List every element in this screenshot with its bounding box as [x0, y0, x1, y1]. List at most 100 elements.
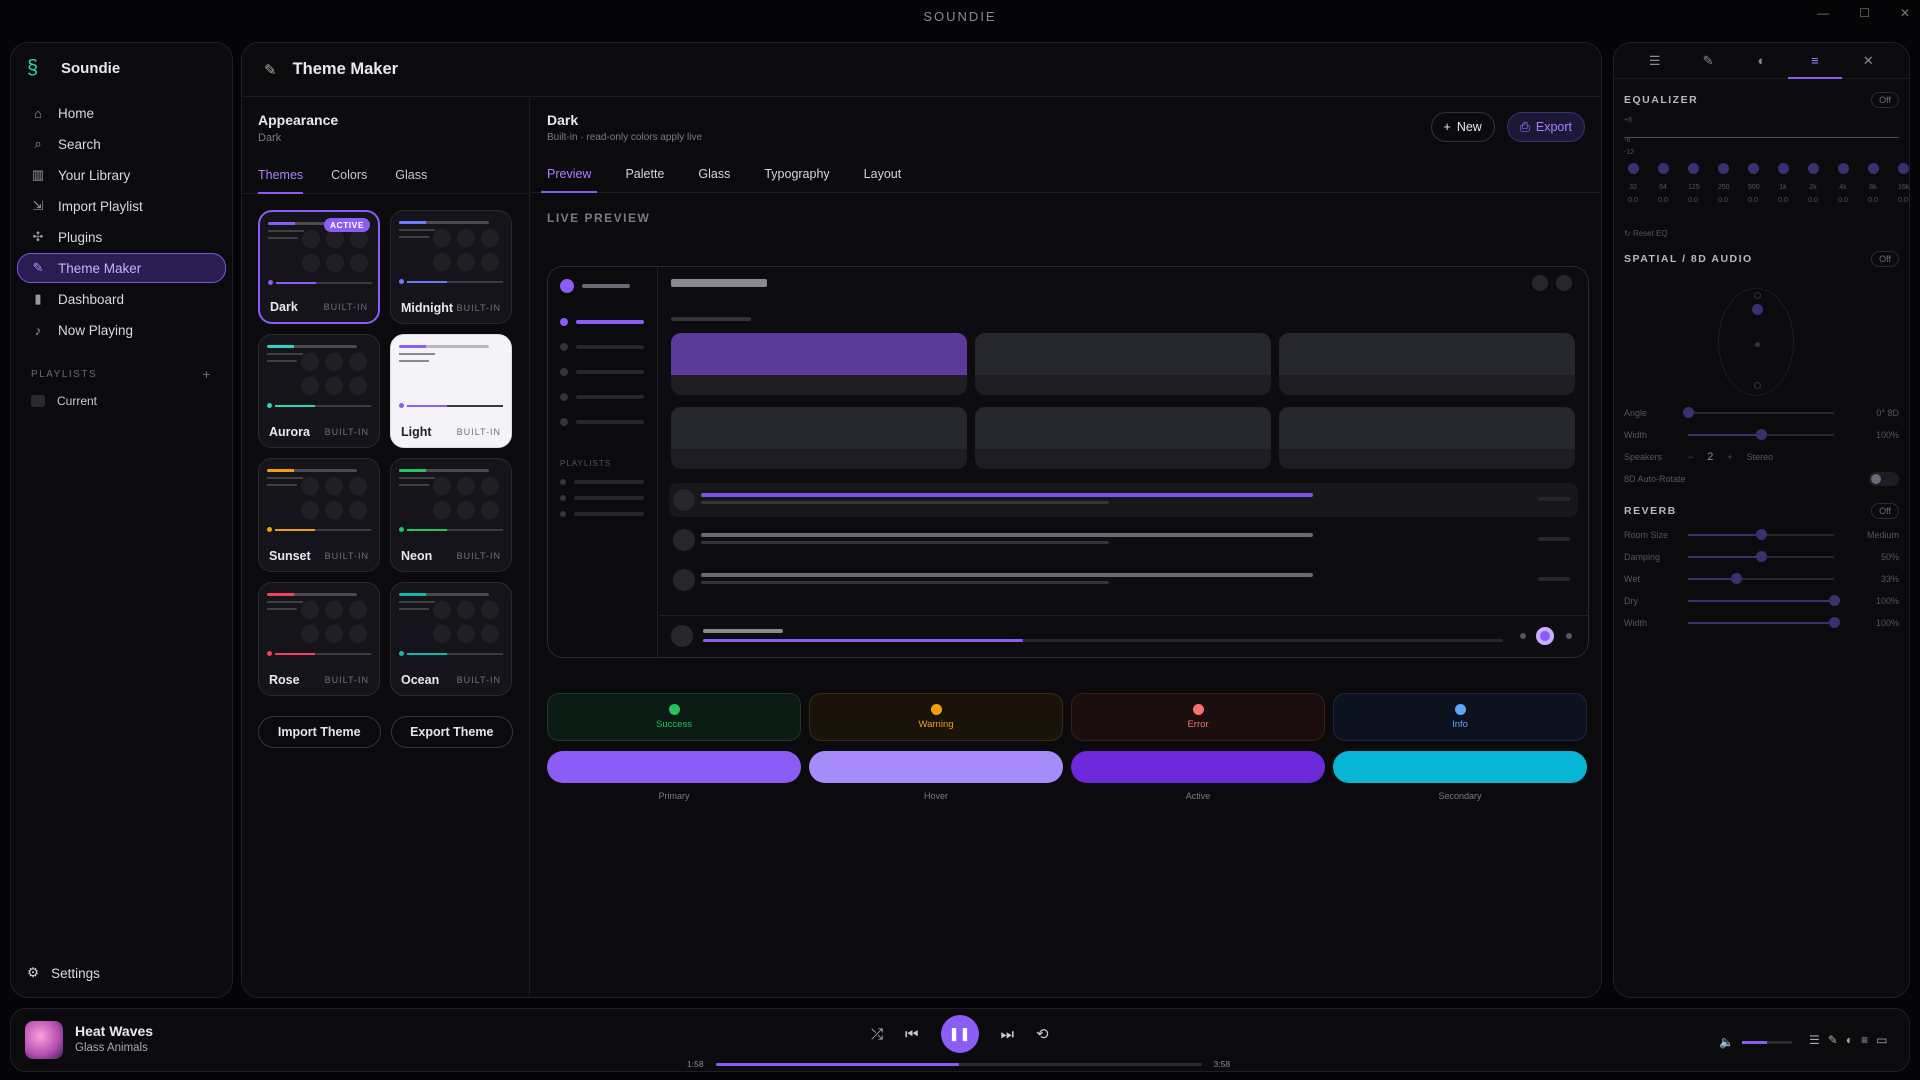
eq-knob[interactable]: [1838, 163, 1849, 174]
queue-icon[interactable]: ☰: [1809, 1033, 1820, 1047]
next-icon[interactable]: ⏭: [1001, 1026, 1015, 1043]
sidebar-item-your-library[interactable]: ▥ Your Library: [17, 160, 226, 190]
album-art[interactable]: [25, 1021, 63, 1059]
swatch-hover[interactable]: Hover: [809, 751, 1063, 801]
tab-glass[interactable]: Glass: [395, 156, 427, 194]
repeat-icon[interactable]: ⟲: [1036, 1025, 1049, 1043]
eq-band-2k[interactable]: 2k 0.0: [1808, 163, 1819, 204]
reverb-toggle[interactable]: Off: [1871, 503, 1899, 519]
playlist-item-current[interactable]: Current: [11, 394, 232, 408]
maximize-icon[interactable]: ☐: [1859, 6, 1870, 20]
angle-slider[interactable]: Angle 0° 8D: [1614, 402, 1909, 424]
tab-palette[interactable]: Palette: [619, 155, 670, 193]
swatch-primary[interactable]: Primary: [547, 751, 801, 801]
volume-icon[interactable]: 🔈: [1719, 1035, 1734, 1049]
progress-bar[interactable]: [715, 1062, 1202, 1066]
eq-band-16k[interactable]: 16k 0.0: [1898, 163, 1909, 204]
theme-card-aurora[interactable]: Aurora BUILT-IN: [258, 334, 380, 448]
eq-knob[interactable]: [1628, 163, 1639, 174]
swatch-secondary[interactable]: Secondary: [1333, 751, 1587, 801]
sliders-icon[interactable]: ≡: [1861, 1033, 1868, 1047]
close-icon[interactable]: ✕: [1900, 6, 1910, 20]
eq-band-64[interactable]: 64 0.0: [1658, 163, 1669, 204]
eq-knob[interactable]: [1868, 163, 1879, 174]
increment-icon[interactable]: +: [1727, 452, 1732, 462]
swatch-color[interactable]: [1333, 751, 1587, 783]
minimize-icon[interactable]: —: [1817, 6, 1829, 20]
reverb-slider-damping[interactable]: Damping 50%: [1614, 546, 1909, 568]
sidebar-item-now-playing[interactable]: ♪ Now Playing: [17, 315, 226, 345]
sidebar-item-import-playlist[interactable]: ⇲ Import Playlist: [17, 191, 226, 221]
eq-band-32[interactable]: 32 0.0: [1628, 163, 1639, 204]
equalizer-toggle[interactable]: Off: [1871, 92, 1899, 108]
theme-card-neon[interactable]: Neon BUILT-IN: [390, 458, 512, 572]
eq-band-125[interactable]: 125 0.0: [1688, 163, 1700, 204]
tab-preview[interactable]: Preview: [541, 155, 598, 193]
brush-tab-icon[interactable]: ✎: [1681, 43, 1734, 79]
sidebar-item-dashboard[interactable]: ▮ Dashboard: [17, 284, 226, 314]
tab-layout[interactable]: Layout: [858, 155, 908, 193]
eq-band-500[interactable]: 500 0.0: [1748, 163, 1760, 204]
eq-knob[interactable]: [1658, 163, 1669, 174]
eq-knob[interactable]: [1898, 163, 1909, 174]
pause-button[interactable]: ❚❚: [940, 1015, 979, 1053]
sidebar-item-home[interactable]: ⌂ Home: [17, 98, 226, 128]
eq-band-1k[interactable]: 1k 0.0: [1778, 163, 1789, 204]
spatial-toggle[interactable]: Off: [1871, 251, 1899, 267]
reverb-slider-dry[interactable]: Dry 100%: [1614, 590, 1909, 612]
eq-knob[interactable]: [1808, 163, 1819, 174]
close-panel-icon[interactable]: ✕: [1842, 43, 1895, 79]
reverb-header[interactable]: REVERB Off: [1614, 498, 1909, 524]
reverb-slider-wet[interactable]: Wet 33%: [1614, 568, 1909, 590]
theme-card-rose[interactable]: Rose BUILT-IN: [258, 582, 380, 696]
decrement-icon[interactable]: −: [1688, 452, 1693, 462]
theme-card-sunset[interactable]: Sunset BUILT-IN: [258, 458, 380, 572]
eq-knob[interactable]: [1718, 163, 1729, 174]
app-logo[interactable]: § Soundie: [11, 43, 232, 93]
reverb-slider-width[interactable]: Width 100%: [1614, 612, 1909, 634]
equalizer-header[interactable]: EQUALIZER Off: [1614, 87, 1909, 113]
sliders-icon[interactable]: ≡: [1788, 43, 1842, 79]
track-artist[interactable]: Glass Animals: [75, 1042, 153, 1054]
tab-glass-detail[interactable]: Glass: [692, 155, 736, 193]
shuffle-icon[interactable]: ⤮: [871, 1026, 883, 1043]
spatial-width-slider[interactable]: Width 100%: [1614, 424, 1909, 446]
settings-button[interactable]: ⚙ Settings: [27, 965, 100, 981]
autorotate-toggle[interactable]: [1869, 472, 1899, 486]
eq-band-250[interactable]: 250 0.0: [1718, 163, 1730, 204]
miniplayer-icon[interactable]: ▭: [1876, 1033, 1887, 1047]
swatch-color[interactable]: [809, 751, 1063, 783]
spatial-header[interactable]: SPATIAL / 8D AUDIO Off: [1614, 246, 1909, 272]
new-theme-button[interactable]: + New: [1430, 112, 1495, 142]
theme-card-light[interactable]: Light BUILT-IN: [390, 334, 512, 448]
tab-colors[interactable]: Colors: [331, 156, 367, 194]
brush-icon[interactable]: ✎: [1828, 1033, 1838, 1047]
add-playlist-icon[interactable]: +: [202, 366, 212, 382]
theme-card-dark[interactable]: Dark BUILT-IN ACTIVE: [258, 210, 380, 324]
sidebar-item-theme-maker[interactable]: ✎ Theme Maker: [17, 253, 226, 283]
track-title[interactable]: Heat Waves: [75, 1023, 153, 1039]
volume-slider[interactable]: [1741, 1040, 1792, 1044]
sidebar-item-plugins[interactable]: ✣ Plugins: [17, 222, 226, 252]
palette-icon[interactable]: ◐: [1735, 43, 1788, 79]
eq-band-8k[interactable]: 8k 0.0: [1868, 163, 1879, 204]
tab-themes[interactable]: Themes: [258, 156, 304, 194]
sidebar-item-search[interactable]: ⌕ Search: [17, 129, 226, 159]
reverb-slider-room-size[interactable]: Room Size Medium: [1614, 524, 1909, 546]
export-button[interactable]: ⎙ Export: [1506, 112, 1585, 142]
eq-knob[interactable]: [1778, 163, 1789, 174]
export-theme-button[interactable]: Export Theme: [390, 716, 513, 748]
spatial-visualizer[interactable]: [1614, 272, 1909, 402]
import-theme-button[interactable]: Import Theme: [258, 716, 381, 748]
eq-knob[interactable]: [1688, 163, 1699, 174]
theme-card-midnight[interactable]: Midnight BUILT-IN: [390, 210, 512, 324]
eq-knob[interactable]: [1748, 163, 1759, 174]
swatch-color[interactable]: [547, 751, 801, 783]
tab-typography[interactable]: Typography: [758, 155, 835, 193]
previous-icon[interactable]: ⏮: [905, 1026, 919, 1043]
eq-band-4k[interactable]: 4k 0.0: [1838, 163, 1849, 204]
theme-card-ocean[interactable]: Ocean BUILT-IN: [390, 582, 512, 696]
palette-icon[interactable]: ◐: [1846, 1033, 1853, 1047]
queue-icon[interactable]: ☰: [1628, 43, 1681, 79]
swatch-active[interactable]: Active: [1071, 751, 1325, 801]
